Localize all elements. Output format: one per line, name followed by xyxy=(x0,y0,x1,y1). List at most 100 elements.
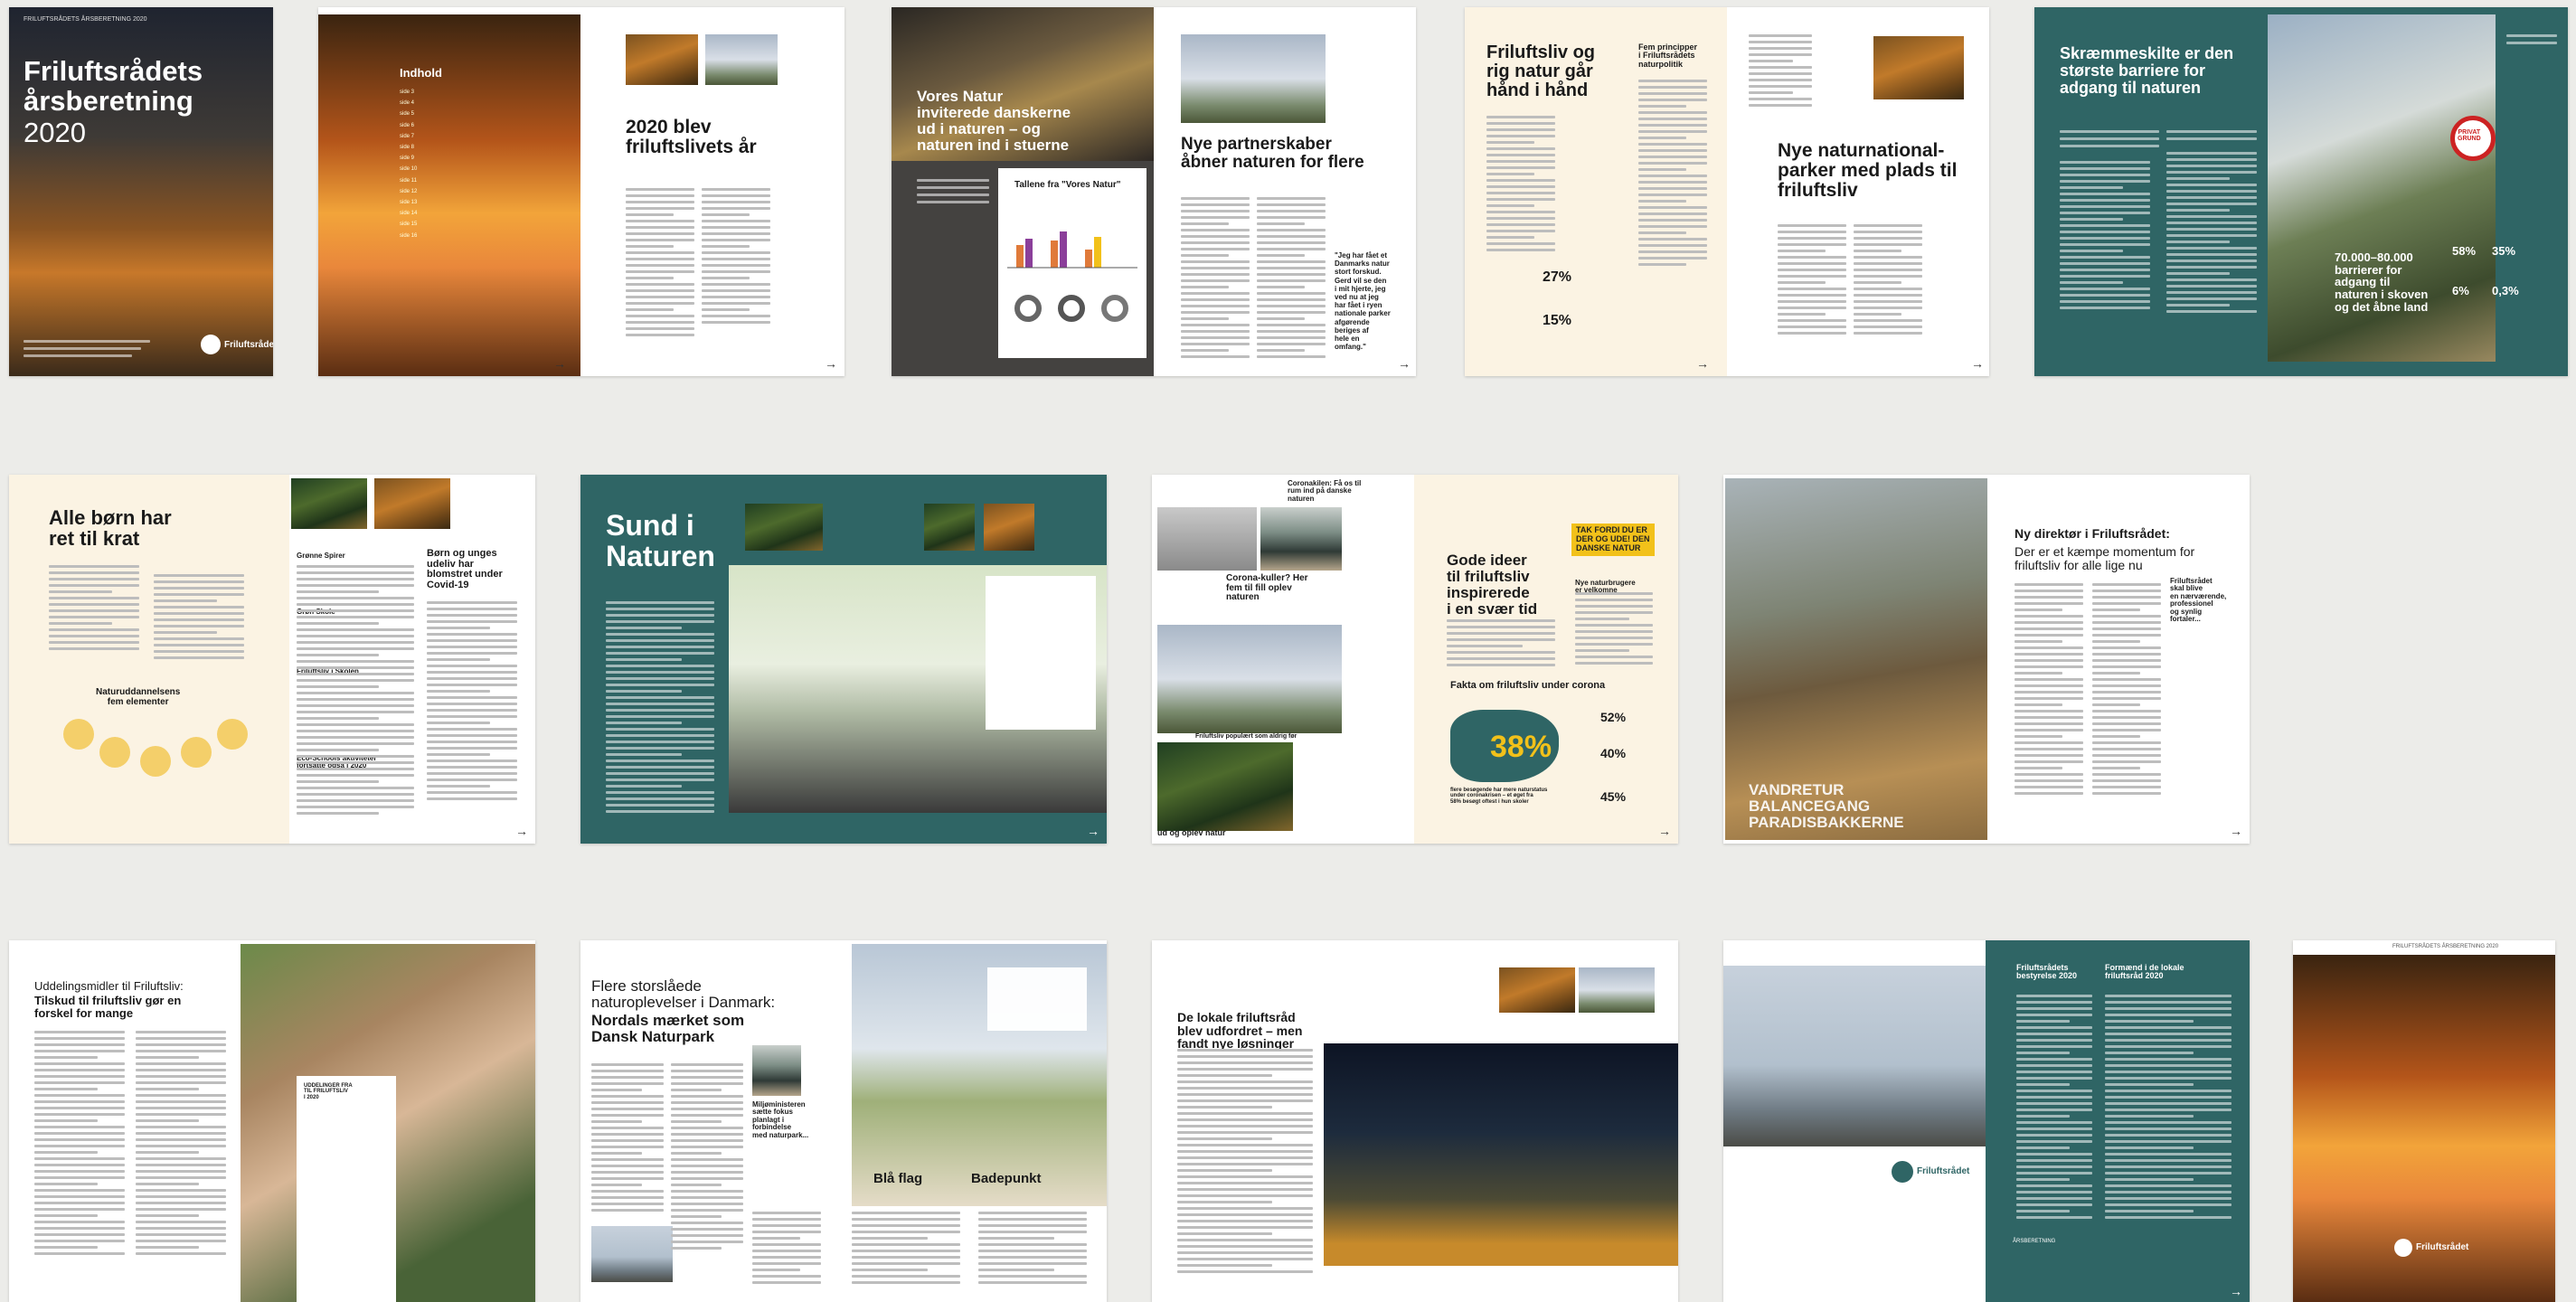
nationalpark-title: Nye naturnational- parker med plads til … xyxy=(1778,140,1958,202)
next-arrow[interactable]: → xyxy=(1658,824,1671,838)
clipping-headline-1: Corona-kuller? Her fem til fill oplev na… xyxy=(1226,573,1308,602)
page-born[interactable]: Alle børn har ret til krat Naturuddannel… xyxy=(9,475,535,844)
next-arrow[interactable]: → xyxy=(825,356,837,371)
photo-overlay-text: VANDRETUR BALANCEGANG PARADISBAKKERNE xyxy=(1749,781,1904,831)
nordals-quote: Miljøministeren sætte fokus planlagt i f… xyxy=(752,1100,809,1139)
stats-box: Tallene fra "Vores Natur" xyxy=(998,168,1146,358)
element-icon xyxy=(99,737,130,768)
page-sund[interactable]: Sund i Naturen → xyxy=(580,475,1107,844)
page-bestyrelse[interactable]: Friluftsrådets bestyrelse 2020 Formænd i… xyxy=(1723,940,2250,1302)
rig-natur-title: Friluftsliv og rig natur går hånd i hånd xyxy=(1486,42,1595,100)
stat-40: 40% xyxy=(1600,746,1627,760)
year-title: 2020 blev friluftslivets år xyxy=(626,117,757,158)
page-back-cover[interactable]: FRILUFTSRÅDETS ÅRSBERETNING 2020 Friluft… xyxy=(2293,940,2555,1302)
next-arrow[interactable]: → xyxy=(1696,356,1709,371)
page-nordals[interactable]: Flere storslåede naturoplevelser i Danma… xyxy=(580,940,1107,1302)
bestyrelse-footer: ÅRSBERETNING xyxy=(2013,1239,2056,1244)
cover-year: 2020 xyxy=(24,117,86,148)
map-stat: 38% xyxy=(1490,730,1552,764)
born-photo-1 xyxy=(291,478,367,529)
toc-entry[interactable]: side 5 xyxy=(400,108,417,119)
thumb-photo-2 xyxy=(705,34,778,85)
toc-entry[interactable]: side 11 xyxy=(400,175,417,186)
cover-logo: Friluftsrådet xyxy=(224,340,273,350)
cover-title: Friluftsrådets årsberetning xyxy=(24,55,203,117)
logo-icon xyxy=(201,335,221,354)
page-skilte[interactable]: Skræmmeskilte er den største barriere fo… xyxy=(2034,7,2568,376)
toc-entry[interactable]: side 3 xyxy=(400,87,417,98)
nordals-title-bold: Nordals mærket som Dansk Naturpark xyxy=(591,1012,745,1045)
next-arrow[interactable]: → xyxy=(2230,824,2242,838)
toc-entry[interactable]: side 8 xyxy=(400,142,417,153)
stats-box-title: Tallene fra "Vores Natur" xyxy=(1014,180,1121,190)
stat-35: 35% xyxy=(2492,244,2516,258)
page-contents[interactable]: Indhold side 3 side 4 side 5 side 6 side 7 si… xyxy=(318,7,845,376)
lokale-title: De lokale friluftsråd blev udfordret – m… xyxy=(1177,1010,1303,1052)
private-sign-text: PRIVAT GRUND xyxy=(2458,129,2481,143)
page-rig-natur[interactable]: Friluftsliv og rig natur går hånd i hånd… xyxy=(1465,7,1989,376)
sund-photo-3 xyxy=(984,504,1034,551)
nordals-photo-small xyxy=(752,1045,801,1096)
back-logo: Friluftsrådet xyxy=(2416,1242,2469,1252)
stat-52: 52% xyxy=(1600,710,1627,724)
diagram-title: Naturuddannelsens fem elementer xyxy=(96,687,181,707)
bestyrelse-photo xyxy=(1723,966,1986,1146)
born-title: Alle børn har ret til krat xyxy=(49,506,172,551)
uddeling-title-bold: Tilskud til friluftsliv gør en forskel f… xyxy=(34,994,182,1020)
clipping-4 xyxy=(1157,742,1293,831)
element-icon xyxy=(181,737,212,768)
direktor-title-rest: Der er et kæmpe momentum for friluftsliv… xyxy=(2015,544,2195,572)
lokale-tent-photo xyxy=(1324,1043,1678,1266)
page-gode-ideer[interactable]: Corona-kuller? Her fem til fill oplev na… xyxy=(1152,475,1678,844)
cover-kicker: FRILUFTSRÅDETS ÅRSBERETNING 2020 xyxy=(24,16,147,23)
next-arrow[interactable]: → xyxy=(2230,1284,2242,1298)
page-lokale[interactable]: De lokale friluftsråd blev udfordret – m… xyxy=(1152,940,1678,1302)
next-arrow[interactable]: → xyxy=(1398,356,1411,371)
partners-photo xyxy=(1181,34,1326,123)
campaign-badge: TAK FORDI DU ER DER OG UDE! DEN DANSKE N… xyxy=(1571,524,1655,556)
lokale-photo-2 xyxy=(1579,967,1655,1013)
contents-title: Indhold xyxy=(400,66,442,80)
page-vores-natur[interactable]: Vores Natur inviterede danskerne ud i na… xyxy=(892,7,1416,376)
page-uddeling[interactable]: Uddelingsmidler til Friluftsliv: Tilskud… xyxy=(9,940,535,1302)
back-kicker: FRILUFTSRÅDETS ÅRSBERETNING 2020 xyxy=(2392,944,2499,949)
toc-entry[interactable]: side 16 xyxy=(400,231,417,241)
toc-entry[interactable]: side 7 xyxy=(400,131,417,142)
principles-title: Fem principper i Friluftsrådets naturpol… xyxy=(1638,42,1698,69)
next-arrow[interactable]: → xyxy=(515,824,528,838)
partners-title: Nye partnerskaber åbner naturen for fler… xyxy=(1181,135,1364,172)
clipping-headline-3: Friluftsliv populært som aldrig før xyxy=(1195,733,1297,740)
skilte-title: Skræmmeskilte er den største barriere fo… xyxy=(2060,44,2234,97)
toc-entry[interactable]: side 4 xyxy=(400,98,417,108)
nationalpark-photo xyxy=(1873,36,1964,99)
toc-entry[interactable]: side 12 xyxy=(400,186,417,197)
clipping-2 xyxy=(1260,507,1342,571)
section-gronne-spirer: Grønne Spirer xyxy=(297,552,345,560)
toc-entry[interactable]: side 15 xyxy=(400,219,417,230)
nordals-photo-bottom xyxy=(591,1226,673,1282)
toc-entry[interactable]: side 14 xyxy=(400,208,417,219)
toc-entry[interactable]: side 9 xyxy=(400,153,417,164)
next-arrow[interactable]: → xyxy=(553,356,566,371)
toc-entry[interactable]: side 10 xyxy=(400,164,417,175)
sund-title: Sund i Naturen xyxy=(606,509,715,572)
born-photo-2 xyxy=(374,478,450,529)
toc-entry[interactable]: side 6 xyxy=(400,120,417,131)
next-arrow[interactable]: → xyxy=(1087,824,1099,838)
facts-title: Fakta om friluftsliv under corona xyxy=(1450,680,1606,691)
skilte-big-stat: 70.000–80.000 barrierer for adgang til n… xyxy=(2335,250,2429,314)
next-arrow[interactable]: → xyxy=(1971,356,1984,371)
blue-flag-title: Blå flag xyxy=(873,1171,923,1186)
uddeling-title-pre: Uddelingsmidler til Friluftsliv: xyxy=(34,979,184,993)
sund-box xyxy=(986,576,1096,730)
page-cover[interactable]: FRILUFTSRÅDETS ÅRSBERETNING 2020 Friluft… xyxy=(9,7,273,376)
clipping-headline-2: Coronakilen: Få os til rum ind på danske… xyxy=(1288,479,1362,503)
page-direktor[interactable]: VANDRETUR BALANCEGANG PARADISBAKKERNE Ny… xyxy=(1723,475,2250,844)
partners-quote: "Jeg har fået et Danmarks natur stort fo… xyxy=(1335,251,1391,352)
born-side-title: Børn og unges udeliv har blomstret under… xyxy=(427,548,503,590)
logo-icon xyxy=(2394,1239,2412,1257)
lokale-photo-1 xyxy=(1499,967,1575,1013)
toc-entry[interactable]: side 13 xyxy=(400,197,417,208)
stat-45: 45% xyxy=(1600,789,1627,804)
direktor-quote: Friluftsrådet skal blive en nærværende, … xyxy=(2170,577,2227,623)
